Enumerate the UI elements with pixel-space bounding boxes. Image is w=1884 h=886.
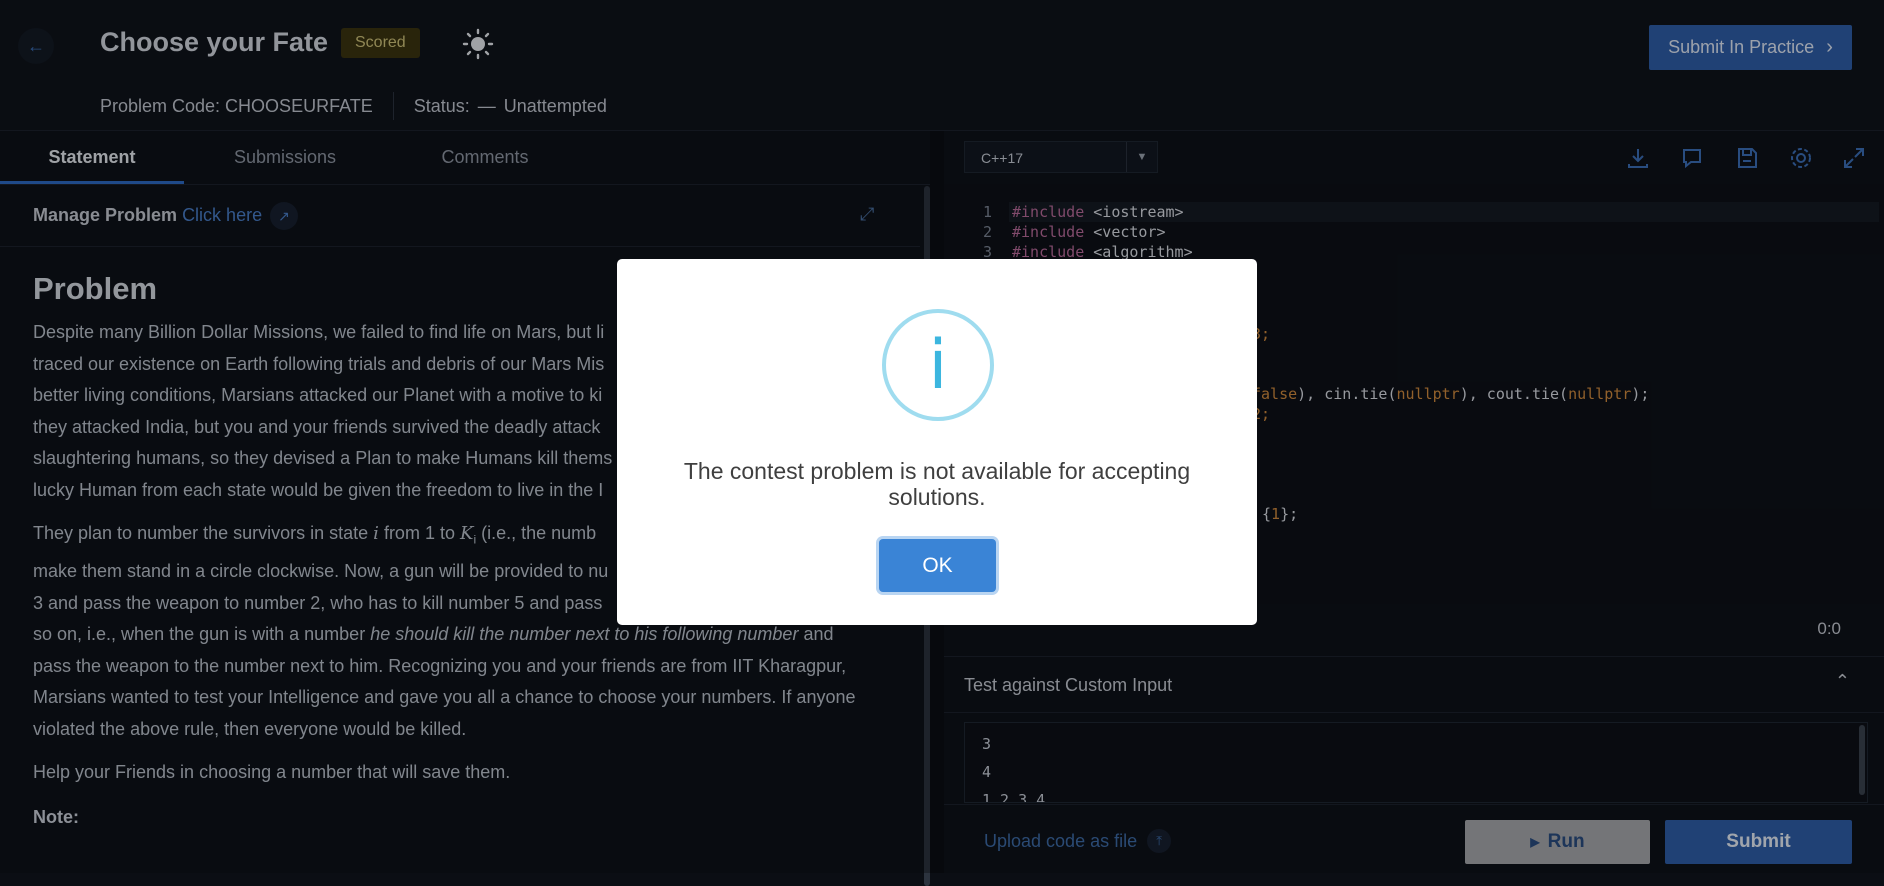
alert-message: The contest problem is not available for… xyxy=(683,458,1191,510)
ok-button[interactable]: OK xyxy=(879,539,996,592)
alert-dialog: i The contest problem is not available f… xyxy=(617,259,1257,625)
info-glyph: i xyxy=(928,325,948,405)
info-icon: i xyxy=(882,309,994,421)
